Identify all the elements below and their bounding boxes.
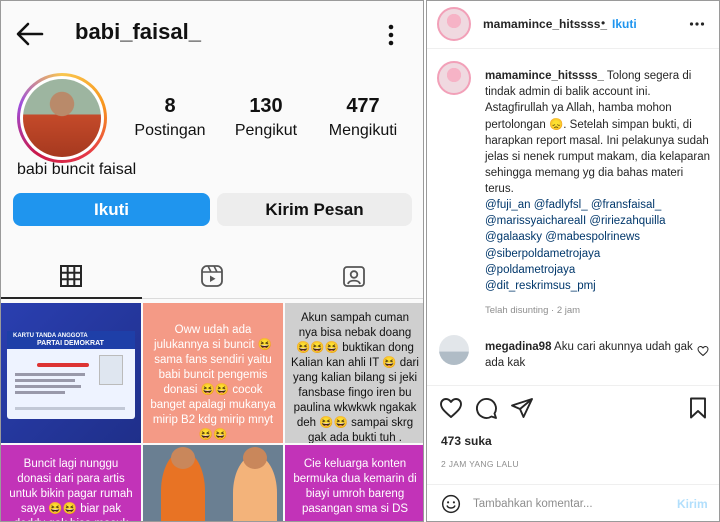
- profile-panel: babi_faisal_ 8 Postingan 130 Pengikut 47…: [0, 0, 424, 522]
- header-separator: •: [601, 16, 606, 30]
- commenter-avatar[interactable]: [439, 335, 469, 365]
- stat-following-label: Mengikuti: [328, 122, 398, 139]
- grid-post-4[interactable]: Buncit lagi nunggu donasi dari para arti…: [1, 445, 141, 521]
- grid-post-4-text: Buncit lagi nunggu donasi dari para arti…: [9, 458, 133, 521]
- share-icon[interactable]: [510, 396, 534, 420]
- mention-line[interactable]: @siberpoldametrojaya: [485, 246, 713, 262]
- stat-followers[interactable]: 130 Pengikut: [211, 95, 321, 140]
- stat-posts-value: 8: [164, 95, 176, 117]
- mention-line[interactable]: @marissyaicharealI @ririezahquilla: [485, 213, 713, 229]
- caption-author-username[interactable]: mamamince_hitssss_: [485, 70, 604, 82]
- author-username[interactable]: mamamince_hitssss_: [483, 17, 607, 31]
- comment: megadina98 Aku cari akunnya udah gak ada…: [485, 339, 695, 371]
- more-horizontal-icon[interactable]: [689, 16, 705, 32]
- stat-posts: 8 Postingan: [115, 95, 225, 140]
- card-title-line-1: KARTU TANDA ANGGOTA: [13, 333, 88, 339]
- emoji-icon[interactable]: [441, 494, 461, 514]
- author-avatar[interactable]: [437, 7, 471, 41]
- post-panel: mamamince_hitssss_ • Ikuti mamamince_hit…: [426, 0, 720, 522]
- grid-post-6-text: Cie keluarga konten bermuka dua kemarin …: [293, 458, 417, 515]
- grid-post-3-text: Akun sampah cuman nya bisa nebak doang 😆…: [291, 312, 419, 443]
- profile-avatar[interactable]: [17, 73, 107, 163]
- redaction-mark: [37, 363, 89, 367]
- stat-posts-label: Postingan: [134, 122, 206, 139]
- profile-top-bar: babi_faisal_: [1, 1, 423, 65]
- tagged-icon[interactable]: [341, 263, 367, 289]
- mention-line[interactable]: @poldametrojaya: [485, 262, 713, 278]
- active-tab-indicator: [1, 297, 142, 299]
- comment-icon[interactable]: [474, 396, 498, 420]
- commenter-username[interactable]: megadina98: [485, 341, 551, 353]
- post-comment-button[interactable]: Kirim: [677, 497, 708, 511]
- grid-icon[interactable]: [58, 263, 84, 289]
- grid-post-6[interactable]: Cie keluarga konten bermuka dua kemarin …: [285, 445, 423, 521]
- comment-input[interactable]: [473, 495, 663, 513]
- back-arrow-icon[interactable]: [15, 21, 45, 47]
- profile-username: babi_faisal_: [75, 19, 201, 44]
- follow-button[interactable]: Ikuti: [13, 193, 210, 226]
- caption-text: Tolong segera di tindak admin di balik a…: [485, 70, 711, 196]
- comment-like-heart-icon[interactable]: [697, 345, 709, 357]
- stat-following-value: 477: [346, 95, 380, 117]
- send-message-button[interactable]: Kirim Pesan: [217, 193, 412, 226]
- mention-line[interactable]: @galaasky @mabespolrinews: [485, 229, 713, 245]
- more-vertical-icon[interactable]: [384, 22, 398, 48]
- post-actions: 473 suka 2 JAM YANG LALU Kirim: [427, 385, 719, 521]
- grid-post-1[interactable]: KARTU TANDA ANGGOTA PARTAI DEMOKRAT: [1, 303, 141, 443]
- grid-post-3[interactable]: Akun sampah cuman nya bisa nebak doang 😆…: [285, 303, 423, 443]
- mention-line[interactable]: @dit_reskrimsus_pmj: [485, 278, 713, 294]
- caption-author-avatar[interactable]: [437, 61, 471, 95]
- card-photo: [99, 355, 123, 385]
- edited-timestamp: Telah disunting · 2 jam: [485, 305, 581, 316]
- membership-card-image: KARTU TANDA ANGGOTA PARTAI DEMOKRAT: [7, 331, 135, 419]
- post-header: mamamince_hitssss_ • Ikuti: [427, 1, 719, 49]
- stat-followers-label: Pengikut: [234, 122, 298, 139]
- reels-icon[interactable]: [199, 263, 225, 289]
- stat-followers-value: 130: [249, 95, 283, 117]
- author-follow-button[interactable]: Ikuti: [612, 17, 637, 31]
- avatar-photo: [23, 79, 101, 157]
- profile-display-name: babi buncit faisal: [17, 161, 137, 178]
- post-timestamp: 2 JAM YANG LALU: [441, 459, 519, 469]
- grid-post-2[interactable]: Oww udah ada julukannya si buncit 😆 sama…: [143, 303, 283, 443]
- bookmark-icon[interactable]: [686, 396, 710, 420]
- mention-list: @fuji_an @fadlyfsl_ @fransfaisal_ @maris…: [485, 197, 713, 294]
- heart-icon[interactable]: [439, 396, 463, 420]
- grid-post-5[interactable]: [143, 445, 283, 521]
- card-title-line-2: PARTAI DEMOKRAT: [37, 340, 104, 347]
- stat-following[interactable]: 477 Mengikuti: [308, 95, 418, 140]
- comment-bar: Kirim: [427, 484, 719, 522]
- like-count[interactable]: 473 suka: [441, 434, 492, 448]
- grid-post-2-text: Oww udah ada julukannya si buncit 😆 sama…: [150, 324, 276, 441]
- mention-line[interactable]: @fuji_an @fadlyfsl_ @fransfaisal_: [485, 197, 713, 213]
- post-caption: mamamince_hitssss_ Tolong segera di tind…: [485, 68, 713, 198]
- profile-tabs: [1, 253, 423, 299]
